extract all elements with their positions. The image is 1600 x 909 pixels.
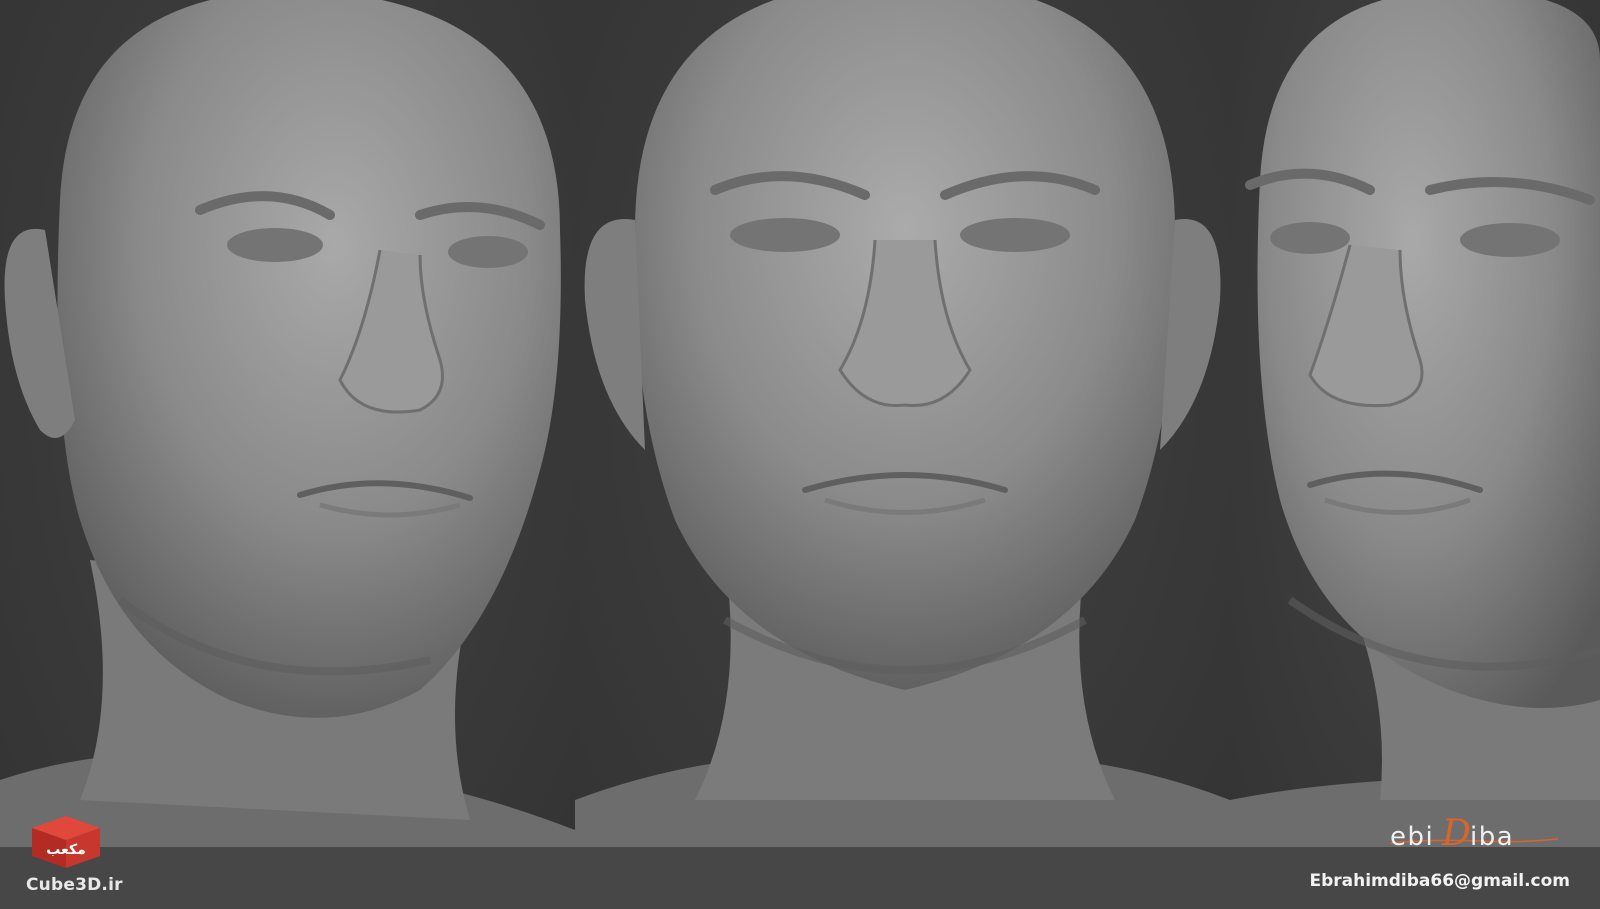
logo-glyph: مکعب	[46, 842, 86, 858]
render-sheet: مکعب Cube3D.ir ebi D iba Ebrahimdiba66@g…	[0, 0, 1600, 909]
signature-prefix: ebi	[1390, 822, 1434, 852]
artist-email: Ebrahimdiba66@gmail.com	[1309, 871, 1570, 891]
head-render-left	[0, 0, 575, 909]
head-render-right	[1230, 0, 1600, 909]
head-render-front	[575, 0, 1230, 909]
signature-initial: D	[1441, 815, 1471, 854]
cube-logo-icon: مکعب	[32, 816, 100, 868]
head-view-three-quarter-right	[1230, 0, 1600, 909]
artist-signature: ebi D iba	[1390, 815, 1560, 859]
head-view-three-quarter-left	[0, 0, 575, 909]
site-logo-label: Cube3D.ir	[26, 875, 123, 895]
signature-flourish: ebi D iba	[1390, 815, 1559, 854]
signature-suffix: iba	[1470, 822, 1514, 852]
site-logo: مکعب Cube3D.ir	[26, 814, 123, 895]
head-view-front	[575, 0, 1230, 909]
